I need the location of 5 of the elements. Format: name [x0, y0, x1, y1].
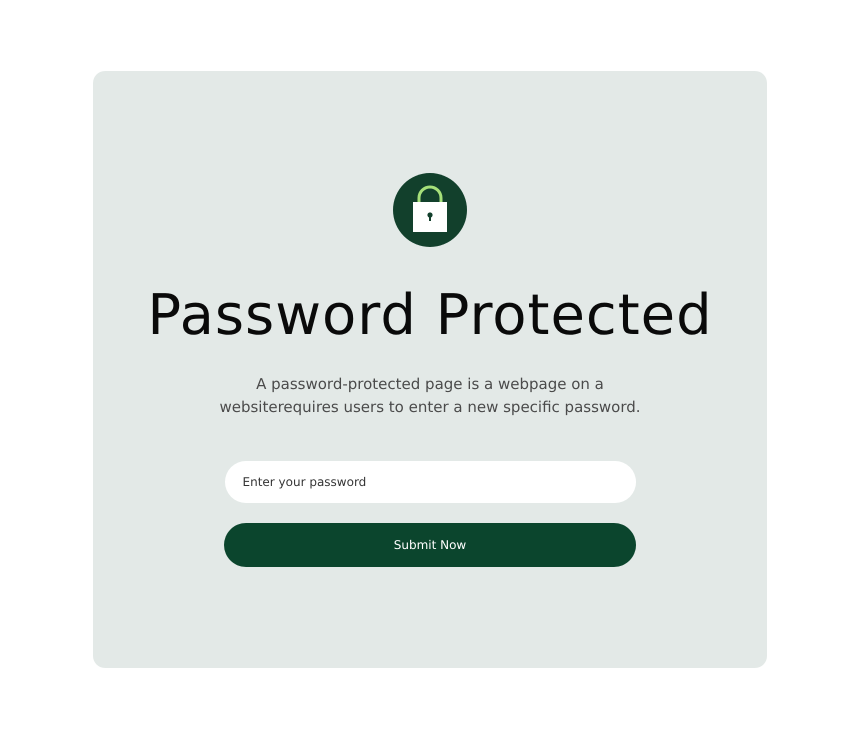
padlock-icon: [393, 173, 467, 247]
submit-button[interactable]: Submit Now: [224, 522, 636, 567]
page-title: Password Protected: [147, 285, 713, 347]
description-text: A password-protected page is a webpage on a websiterequires users to enter a new specific password.: [218, 374, 642, 418]
password-field[interactable]: Enter your password: [224, 460, 636, 503]
